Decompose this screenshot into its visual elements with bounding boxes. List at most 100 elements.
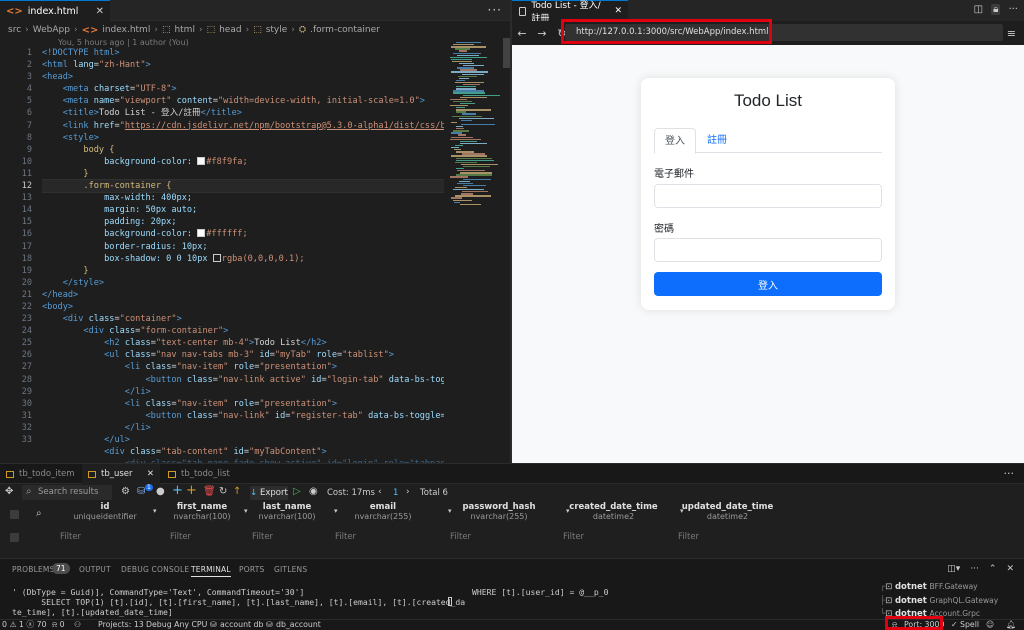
breadcrumb-item[interactable]: src (8, 25, 21, 35)
chevron-right-icon: › (245, 25, 250, 35)
close-icon[interactable]: ✕ (1006, 564, 1014, 574)
db-name-status[interactable]: db_account (276, 619, 321, 630)
editor-tab-index-html[interactable]: <> index.html ✕ (0, 0, 110, 21)
add-icon[interactable]: + (172, 483, 183, 498)
column-header[interactable]: created_date_time datetime2 (566, 502, 661, 521)
spell-status[interactable]: Spell (960, 619, 979, 630)
tab-gitlens[interactable]: GITLENS (274, 565, 307, 574)
color-swatch[interactable] (197, 156, 206, 165)
page-number[interactable]: 1 (393, 488, 398, 498)
github-icon[interactable]: ● (156, 486, 165, 497)
code-line: body { (42, 144, 444, 156)
breadcrumb-item[interactable]: .form-container (310, 25, 380, 35)
column-header[interactable]: password_hash nvarchar(255) (451, 502, 547, 521)
color-swatch[interactable] (212, 253, 221, 262)
filter-input[interactable]: Filter (170, 532, 191, 542)
code-token: Todo List - 登入/註冊 (98, 108, 201, 119)
more-actions-icon[interactable]: ··· (488, 3, 502, 17)
filter-input[interactable]: Filter (563, 532, 584, 542)
forward-arrow-icon[interactable]: → (532, 27, 552, 40)
filter-input[interactable]: Filter (450, 532, 471, 542)
db-tab[interactable]: tb_todo_list (162, 464, 254, 484)
column-header[interactable]: id uniqueidentifier (60, 502, 150, 521)
editor-scrollbar[interactable] (503, 38, 510, 463)
breadcrumb-item[interactable]: head (219, 25, 241, 35)
column-header[interactable]: email nvarchar(255) (338, 502, 428, 521)
projects-status[interactable]: Projects: 13 (98, 619, 144, 630)
tab-register[interactable]: 註冊 (697, 128, 737, 154)
breadcrumb-item[interactable]: WebApp (33, 25, 70, 35)
breadcrumb-item[interactable]: html (174, 25, 195, 35)
tab-ports[interactable]: PORTS (239, 565, 264, 574)
more-actions-icon[interactable]: ··· (1004, 467, 1015, 480)
close-icon[interactable]: ✕ (614, 6, 622, 16)
line-number: 7 (26, 120, 32, 131)
breadcrumb-item[interactable]: index.html (102, 25, 150, 35)
line-number: 30 (21, 398, 32, 409)
chevron-left-icon[interactable]: ‹ (378, 487, 382, 497)
browser-tab[interactable]: Todo List - 登入/註冊 ✕ (512, 0, 628, 24)
more-actions-icon[interactable]: ··· (970, 564, 979, 574)
ports-status[interactable]: ⍾ 0 (52, 619, 65, 630)
refresh-icon[interactable]: ↻ (219, 486, 227, 497)
upload-icon[interactable]: ↑ (233, 486, 241, 497)
eye-icon[interactable]: ◉ (309, 486, 318, 497)
db-tab-active[interactable]: tb_user ✕ (82, 464, 160, 484)
move-icon[interactable]: ✥ (5, 486, 13, 497)
column-header[interactable]: first_name nvarchar(100) (157, 502, 247, 521)
code-token: "nav-item" (176, 398, 229, 409)
more-actions-icon[interactable]: ··· (1008, 4, 1018, 15)
back-arrow-icon[interactable]: ← (512, 27, 532, 40)
chevron-up-icon[interactable]: ⌃ (989, 564, 997, 574)
db-tab[interactable]: tb_todo_item (0, 464, 82, 484)
filter-input[interactable]: Filter (60, 532, 81, 542)
bell-icon[interactable]: 🔔︎ (1006, 619, 1016, 630)
terminal-process-item[interactable]: ┌⊡ dotnet BFF.Gateway (880, 582, 978, 592)
filter-input[interactable]: Filter (252, 532, 273, 542)
lock-icon[interactable]: 🔒︎ (991, 4, 1001, 15)
hamburger-menu-icon[interactable]: ≡ (1007, 27, 1016, 40)
terminal-split-icon[interactable]: ◫▾ (947, 564, 960, 574)
db-connection-status[interactable]: account db (220, 619, 263, 630)
email-field[interactable] (654, 184, 882, 208)
tab-problems[interactable]: PROBLEMS (12, 565, 55, 574)
search-icon[interactable]: ⌕ (36, 508, 42, 519)
color-swatch[interactable] (197, 229, 206, 238)
column-header[interactable]: last_name nvarchar(100) (242, 502, 332, 521)
code-content[interactable]: <!DOCTYPE html> <html lang="zh-Hant"> <h… (42, 47, 444, 470)
close-icon[interactable]: ✕ (96, 6, 104, 17)
code-token: "presentation" (259, 398, 332, 409)
terminal-process-item[interactable]: ├⊡ dotnet GraphQL.Gateway (880, 596, 998, 606)
filter-input[interactable]: Filter (335, 532, 356, 542)
login-submit-button[interactable]: 登入 (654, 272, 882, 296)
tab-output[interactable]: OUTPUT (79, 565, 111, 574)
tab-debug-console[interactable]: DEBUG CONSOLE (121, 565, 189, 574)
extension-icon[interactable]: ⚇ (74, 619, 81, 630)
chevron-down-icon[interactable]: ▾ (153, 507, 157, 515)
password-field[interactable] (654, 238, 882, 262)
copilot-icon[interactable]: ☺ (986, 619, 994, 630)
minimap[interactable] (446, 38, 502, 463)
run-icon[interactable]: ▷ (293, 486, 301, 497)
close-icon[interactable]: ✕ (147, 469, 154, 479)
tab-terminal[interactable]: TERMINAL (191, 565, 231, 577)
filter-input[interactable]: Filter (678, 532, 699, 542)
build-config-status[interactable]: Debug Any CPU (146, 619, 207, 630)
add-row-icon[interactable]: + (186, 483, 197, 498)
editor-scrollbar-thumb[interactable] (503, 38, 510, 68)
column-header[interactable]: updated_date_time datetime2 (680, 502, 775, 521)
chevron-right-icon[interactable]: › (406, 487, 410, 497)
tab-login[interactable]: 登入 (654, 128, 696, 154)
chevron-down-icon[interactable]: ▾ (334, 507, 338, 515)
export-button[interactable]: ↓ Export (250, 486, 288, 500)
breadcrumb-item[interactable]: style (266, 25, 288, 35)
settings-icon[interactable]: ⚙ (121, 486, 130, 497)
select-all-checkbox[interactable] (10, 510, 19, 519)
delete-icon[interactable]: 🗑︎ (203, 486, 216, 497)
git-blame-info[interactable]: You, 5 hours ago | 1 author (You) (58, 38, 189, 47)
row-checkbox[interactable] (10, 533, 19, 542)
problems-status[interactable]: 0 ⚠ 1 ⓧ 70 (2, 619, 47, 630)
search-results-input[interactable]: Search results (22, 485, 112, 500)
split-editor-icon[interactable]: ◫ (974, 4, 983, 15)
code-link[interactable]: https://cdn.jsdelivr.net/npm/bootstrap@5… (125, 121, 444, 131)
